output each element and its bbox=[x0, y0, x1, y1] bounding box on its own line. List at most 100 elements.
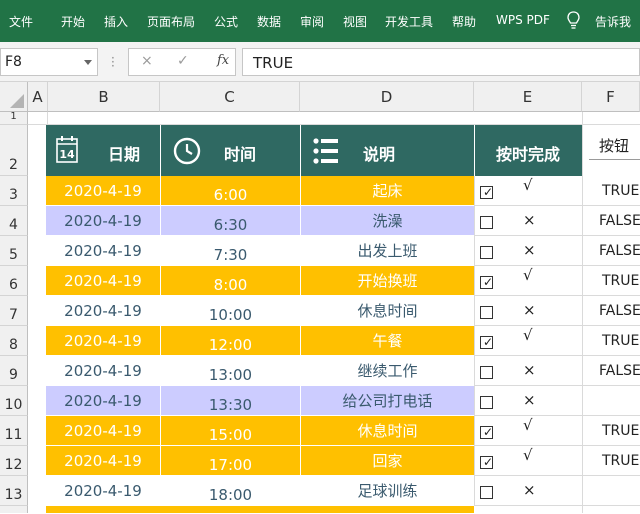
desc-cell[interactable]: 继续工作 bbox=[300, 356, 474, 386]
formula-input[interactable]: TRUE bbox=[242, 48, 640, 76]
time-cell[interactable]: 7:30 bbox=[160, 236, 300, 266]
header-cell-desc[interactable]: 说明 bbox=[300, 125, 474, 176]
date-cell[interactable]: 2020-4-19 bbox=[46, 356, 160, 386]
row-header-8[interactable]: 8 bbox=[0, 326, 28, 356]
completion-checkbox[interactable]: ✓ bbox=[480, 455, 493, 469]
row-header-2[interactable]: 2 bbox=[0, 125, 28, 176]
done-cell[interactable]: × bbox=[474, 476, 582, 506]
linked-value-cell[interactable]: TRUE bbox=[602, 423, 639, 439]
done-cell[interactable]: × bbox=[474, 356, 582, 386]
date-cell[interactable]: 2020-4-19 bbox=[46, 386, 160, 416]
row-header-12[interactable]: 12 bbox=[0, 446, 28, 476]
date-cell[interactable]: 2020-4-19 bbox=[46, 416, 160, 446]
row-header-5[interactable]: 5 bbox=[0, 236, 28, 266]
time-cell[interactable]: 6:30 bbox=[160, 206, 300, 236]
menu-view[interactable]: 视图 bbox=[343, 13, 367, 30]
time-cell[interactable]: 10:00 bbox=[160, 296, 300, 326]
menu-insert[interactable]: 插入 bbox=[104, 13, 128, 30]
menu-help[interactable]: 帮助 bbox=[452, 13, 476, 30]
time-cell[interactable]: 18:00 bbox=[160, 476, 300, 506]
done-cell[interactable]: ✓ √ bbox=[474, 446, 582, 476]
linked-value-cell[interactable]: TRUE bbox=[602, 183, 639, 199]
time-cell[interactable]: 15:00 bbox=[160, 416, 300, 446]
completion-checkbox[interactable] bbox=[480, 366, 493, 379]
desc-cell[interactable]: 洗澡 bbox=[300, 206, 474, 236]
desc-cell[interactable]: 回家 bbox=[300, 446, 474, 476]
row-header-9[interactable]: 9 bbox=[0, 356, 28, 386]
menu-developer[interactable]: 开发工具 bbox=[385, 13, 433, 30]
check-icon[interactable]: ✓ bbox=[177, 53, 189, 69]
menu-file[interactable]: 文件 bbox=[9, 13, 33, 30]
col-header-f[interactable]: F bbox=[582, 82, 640, 112]
insert-function-icon[interactable]: fx bbox=[217, 53, 229, 68]
row-header-1[interactable]: 1 bbox=[0, 112, 28, 125]
col-header-e[interactable]: E bbox=[474, 82, 582, 112]
time-cell[interactable]: 8:00 bbox=[160, 266, 300, 296]
completion-checkbox[interactable] bbox=[480, 396, 493, 409]
date-cell[interactable]: 2020-4-19 bbox=[46, 176, 160, 206]
menu-home[interactable]: 开始 bbox=[61, 13, 85, 30]
desc-cell[interactable]: 休息时间 bbox=[300, 416, 474, 446]
linked-value-cell[interactable]: FALSE bbox=[599, 243, 640, 259]
linked-value-cell[interactable]: FALSE bbox=[599, 363, 640, 379]
completion-checkbox[interactable] bbox=[480, 306, 493, 319]
menu-page-layout[interactable]: 页面布局 bbox=[147, 13, 195, 30]
row-header-10[interactable]: 10 bbox=[0, 386, 28, 416]
completion-checkbox[interactable]: ✓ bbox=[480, 275, 493, 289]
time-cell[interactable]: 13:30 bbox=[160, 386, 300, 416]
time-cell[interactable]: 6:00 bbox=[160, 176, 300, 206]
header-cell-date[interactable]: 14 日期 bbox=[46, 125, 160, 176]
row-header-7[interactable]: 7 bbox=[0, 296, 28, 326]
desc-cell[interactable]: 足球训练 bbox=[300, 476, 474, 506]
done-cell[interactable]: ✓ √ bbox=[474, 326, 582, 356]
completion-checkbox[interactable]: ✓ bbox=[480, 425, 493, 439]
linked-value-cell[interactable]: TRUE bbox=[602, 333, 639, 349]
header-cell-time[interactable]: 时间 bbox=[160, 125, 300, 176]
date-cell[interactable]: 2020-4-19 bbox=[46, 326, 160, 356]
date-cell[interactable]: 2020-4-19 bbox=[46, 266, 160, 296]
row-header-11[interactable]: 11 bbox=[0, 416, 28, 446]
linked-value-cell[interactable]: FALSE bbox=[599, 213, 640, 229]
row-header-6[interactable]: 6 bbox=[0, 266, 28, 296]
menu-wps-pdf[interactable]: WPS PDF bbox=[496, 13, 550, 27]
date-cell[interactable]: 2020-4-19 bbox=[46, 236, 160, 266]
completion-checkbox[interactable]: ✓ bbox=[480, 185, 493, 199]
menu-formulas[interactable]: 公式 bbox=[214, 13, 238, 30]
time-cell[interactable]: 17:00 bbox=[160, 446, 300, 476]
desc-cell[interactable]: 休息时间 bbox=[300, 296, 474, 326]
header-cell-done[interactable]: 按时完成 bbox=[474, 125, 582, 176]
select-all-corner[interactable] bbox=[0, 82, 28, 112]
date-cell[interactable]: 2020-4-19 bbox=[46, 296, 160, 326]
time-cell[interactable]: 13:00 bbox=[160, 356, 300, 386]
linked-value-cell[interactable]: TRUE bbox=[602, 273, 639, 289]
row-header-14[interactable] bbox=[0, 506, 28, 513]
desc-cell[interactable]: 开始换班 bbox=[300, 266, 474, 296]
date-cell[interactable]: 2020-4-19 bbox=[46, 476, 160, 506]
chevron-down-icon[interactable] bbox=[84, 60, 92, 65]
menu-tell-me[interactable]: 告诉我 bbox=[595, 13, 631, 30]
desc-cell[interactable]: 起床 bbox=[300, 176, 474, 206]
desc-cell[interactable]: 出发上班 bbox=[300, 236, 474, 266]
completion-checkbox[interactable] bbox=[480, 216, 493, 229]
drag-handle-icon[interactable]: · · · bbox=[111, 52, 115, 72]
completion-checkbox[interactable]: ✓ bbox=[480, 335, 493, 349]
row-header-4[interactable]: 4 bbox=[0, 206, 28, 236]
linked-value-cell[interactable]: FALSE bbox=[599, 303, 640, 319]
menu-review[interactable]: 审阅 bbox=[300, 13, 324, 30]
menu-data[interactable]: 数据 bbox=[257, 13, 281, 30]
col-header-a[interactable]: A bbox=[28, 82, 48, 112]
name-box[interactable]: F8 bbox=[0, 48, 98, 76]
linked-value-cell[interactable]: TRUE bbox=[602, 453, 639, 469]
desc-cell[interactable]: 给公司打电话 bbox=[300, 386, 474, 416]
col-header-d[interactable]: D bbox=[300, 82, 474, 112]
lightbulb-icon[interactable] bbox=[567, 11, 580, 30]
time-cell[interactable]: 12:00 bbox=[160, 326, 300, 356]
completion-checkbox[interactable] bbox=[480, 486, 493, 499]
col-header-c[interactable]: C bbox=[160, 82, 300, 112]
row-header-13[interactable]: 13 bbox=[0, 476, 28, 506]
done-cell[interactable]: ✓ √ bbox=[474, 266, 582, 296]
desc-cell[interactable]: 午餐 bbox=[300, 326, 474, 356]
completion-checkbox[interactable] bbox=[480, 246, 493, 259]
col-header-b[interactable]: B bbox=[48, 82, 160, 112]
done-cell[interactable]: × bbox=[474, 206, 582, 236]
